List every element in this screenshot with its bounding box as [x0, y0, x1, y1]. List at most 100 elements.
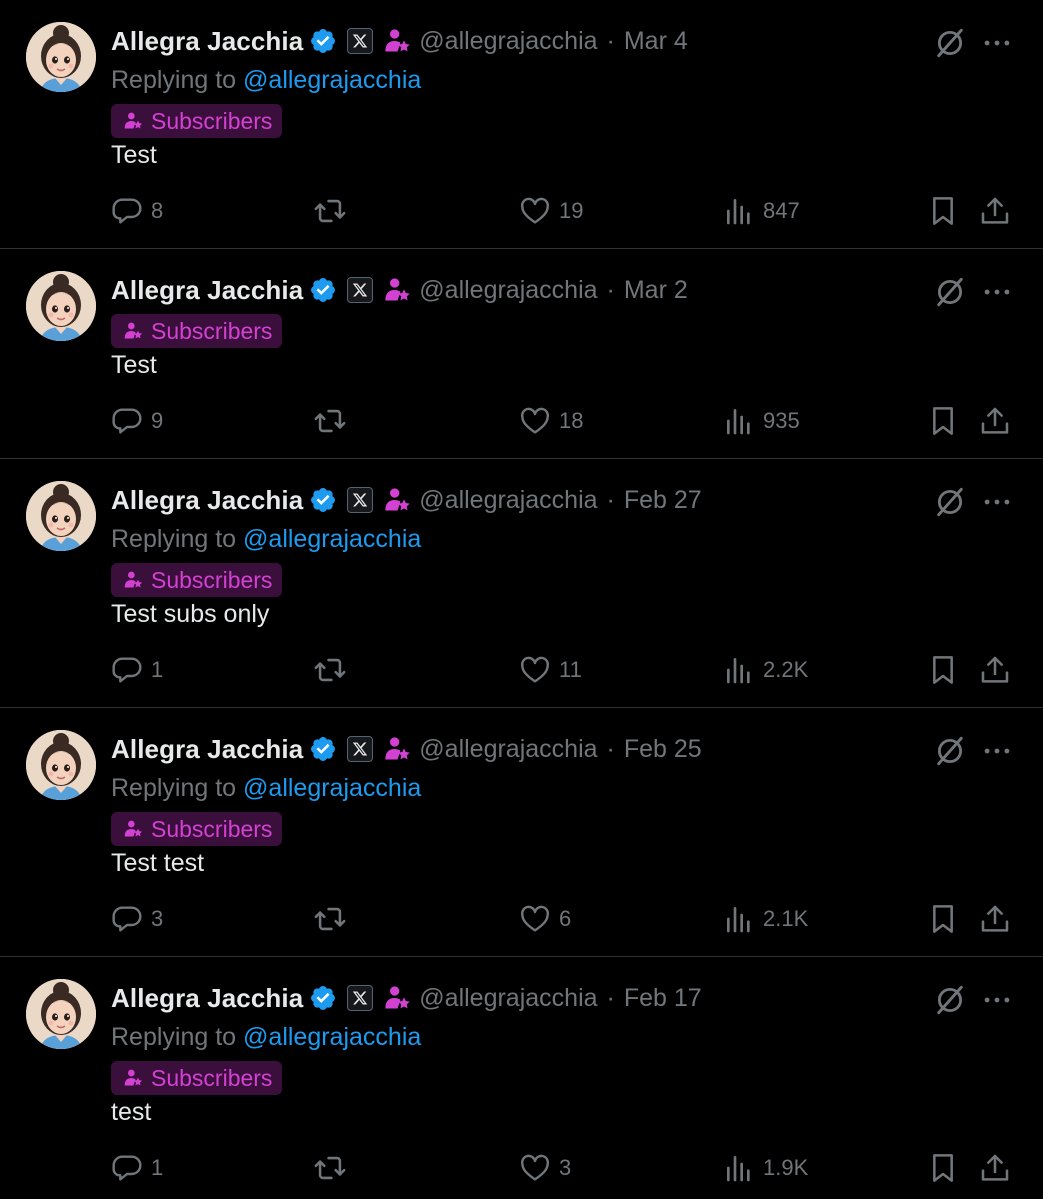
replying-to-mention[interactable]: @allegrajacchia — [243, 774, 421, 802]
author-name[interactable]: Allegra Jacchia — [111, 485, 303, 516]
subscriber-star-icon[interactable] — [383, 486, 411, 514]
replying-to-mention[interactable]: @allegrajacchia — [243, 66, 421, 94]
author-name[interactable]: Allegra Jacchia — [111, 983, 303, 1014]
post-text: Test subs only — [111, 600, 270, 628]
post[interactable]: Allegra Jacchia @allegrajacchia — [0, 957, 1043, 1199]
reply-button[interactable]: 8 — [111, 191, 163, 231]
x-logo-icon[interactable] — [347, 487, 374, 513]
subscriber-star-icon[interactable] — [383, 276, 411, 304]
author-handle[interactable]: @allegrajacchia — [419, 276, 597, 305]
post[interactable]: Allegra Jacchia @allegrajacchia — [0, 459, 1043, 708]
views-button[interactable]: 935 — [723, 401, 800, 441]
author-name[interactable]: Allegra Jacchia — [111, 26, 303, 57]
like-button[interactable]: 11 — [519, 650, 582, 690]
bookmark-button[interactable] — [927, 899, 959, 939]
grok-icon[interactable] — [933, 734, 967, 768]
avatar[interactable] — [26, 481, 96, 551]
author-handle[interactable]: @allegrajacchia — [419, 735, 597, 764]
grok-icon[interactable] — [933, 485, 967, 519]
subscriber-star-icon — [124, 820, 143, 837]
bookmark-button[interactable] — [927, 1148, 959, 1188]
subscriber-star-icon[interactable] — [383, 984, 411, 1012]
share-button[interactable] — [979, 650, 1011, 690]
like-button[interactable]: 18 — [519, 401, 583, 441]
repost-button[interactable] — [313, 401, 355, 441]
share-button[interactable] — [979, 899, 1011, 939]
x-logo-icon[interactable] — [347, 736, 374, 762]
more-dots-icon[interactable] — [980, 983, 1014, 1017]
x-logo-icon[interactable] — [347, 985, 374, 1011]
verified-badge-icon[interactable] — [309, 276, 337, 304]
repost-button[interactable] — [313, 899, 355, 939]
share-button[interactable] — [979, 401, 1011, 441]
bookmark-button[interactable] — [927, 401, 959, 441]
avatar[interactable] — [26, 730, 96, 800]
grok-icon[interactable] — [933, 26, 967, 60]
badge-label: Subscribers — [151, 566, 273, 593]
reply-icon — [112, 408, 142, 434]
post-date[interactable]: Feb 27 — [624, 486, 702, 515]
avatar[interactable] — [26, 979, 96, 1049]
grok-icon[interactable] — [933, 275, 967, 309]
subscriber-star-icon[interactable] — [383, 27, 411, 55]
post-date[interactable]: Mar 2 — [624, 276, 688, 305]
views-button[interactable]: 847 — [723, 191, 800, 231]
like-button[interactable]: 19 — [519, 191, 583, 231]
like-button[interactable]: 6 — [519, 899, 571, 939]
post-date[interactable]: Mar 4 — [624, 27, 688, 56]
author-name[interactable]: Allegra Jacchia — [111, 734, 303, 765]
subscribers-badge: Subscribers — [111, 812, 283, 846]
subscribers-badge: Subscribers — [111, 314, 283, 348]
bookmark-button[interactable] — [927, 650, 959, 690]
badge-label: Subscribers — [151, 1064, 273, 1091]
reply-button[interactable]: 1 — [111, 1148, 163, 1188]
more-dots-icon[interactable] — [980, 734, 1014, 768]
share-button[interactable] — [979, 1148, 1011, 1188]
grok-icon[interactable] — [933, 983, 967, 1017]
post-text: Test test — [111, 849, 205, 877]
verified-badge-icon[interactable] — [309, 486, 337, 514]
views-button[interactable]: 2.1K — [723, 899, 808, 939]
post-header: Allegra Jacchia @allegrajacchia — [111, 481, 702, 519]
bookmark-icon — [933, 656, 953, 684]
post-date[interactable]: Feb 25 — [624, 735, 702, 764]
more-dots-icon[interactable] — [980, 26, 1014, 60]
action-bar: 1 3 1.9K — [111, 1148, 1021, 1188]
share-button[interactable] — [979, 191, 1011, 231]
bookmark-button[interactable] — [927, 191, 959, 231]
reply-button[interactable]: 1 — [111, 650, 163, 690]
author-handle[interactable]: @allegrajacchia — [419, 486, 597, 515]
subscriber-star-icon[interactable] — [383, 735, 411, 763]
view-count: 2.1K — [763, 906, 809, 931]
repost-button[interactable] — [313, 191, 355, 231]
repost-button[interactable] — [313, 650, 355, 690]
subscriber-star-icon — [124, 1069, 143, 1086]
view-count: 1.9K — [763, 1155, 809, 1180]
replying-to-line: Replying to @allegrajacchia — [111, 1023, 421, 1052]
x-logo-icon[interactable] — [347, 28, 374, 54]
author-handle[interactable]: @allegrajacchia — [419, 984, 597, 1013]
verified-badge-icon[interactable] — [309, 984, 337, 1012]
verified-badge-icon[interactable] — [309, 735, 337, 763]
avatar[interactable] — [26, 271, 96, 341]
verified-badge-icon[interactable] — [309, 27, 337, 55]
share-icon — [981, 407, 1009, 434]
author-handle[interactable]: @allegrajacchia — [419, 27, 597, 56]
avatar[interactable] — [26, 22, 96, 92]
x-logo-icon[interactable] — [347, 277, 374, 303]
author-name[interactable]: Allegra Jacchia — [111, 275, 303, 306]
views-button[interactable]: 1.9K — [723, 1148, 808, 1188]
post-date[interactable]: Feb 17 — [624, 984, 702, 1013]
post[interactable]: Allegra Jacchia @allegrajacchia — [0, 0, 1043, 249]
replying-to-mention[interactable]: @allegrajacchia — [243, 525, 421, 553]
like-button[interactable]: 3 — [519, 1148, 571, 1188]
post[interactable]: Allegra Jacchia @allegrajacchia — [0, 708, 1043, 957]
reply-button[interactable]: 9 — [111, 401, 163, 441]
reply-button[interactable]: 3 — [111, 899, 163, 939]
more-dots-icon[interactable] — [980, 275, 1014, 309]
more-dots-icon[interactable] — [980, 485, 1014, 519]
views-button[interactable]: 2.2K — [723, 650, 808, 690]
post[interactable]: Allegra Jacchia @allegrajacchia — [0, 249, 1043, 459]
replying-to-mention[interactable]: @allegrajacchia — [243, 1023, 421, 1051]
repost-button[interactable] — [313, 1148, 355, 1188]
